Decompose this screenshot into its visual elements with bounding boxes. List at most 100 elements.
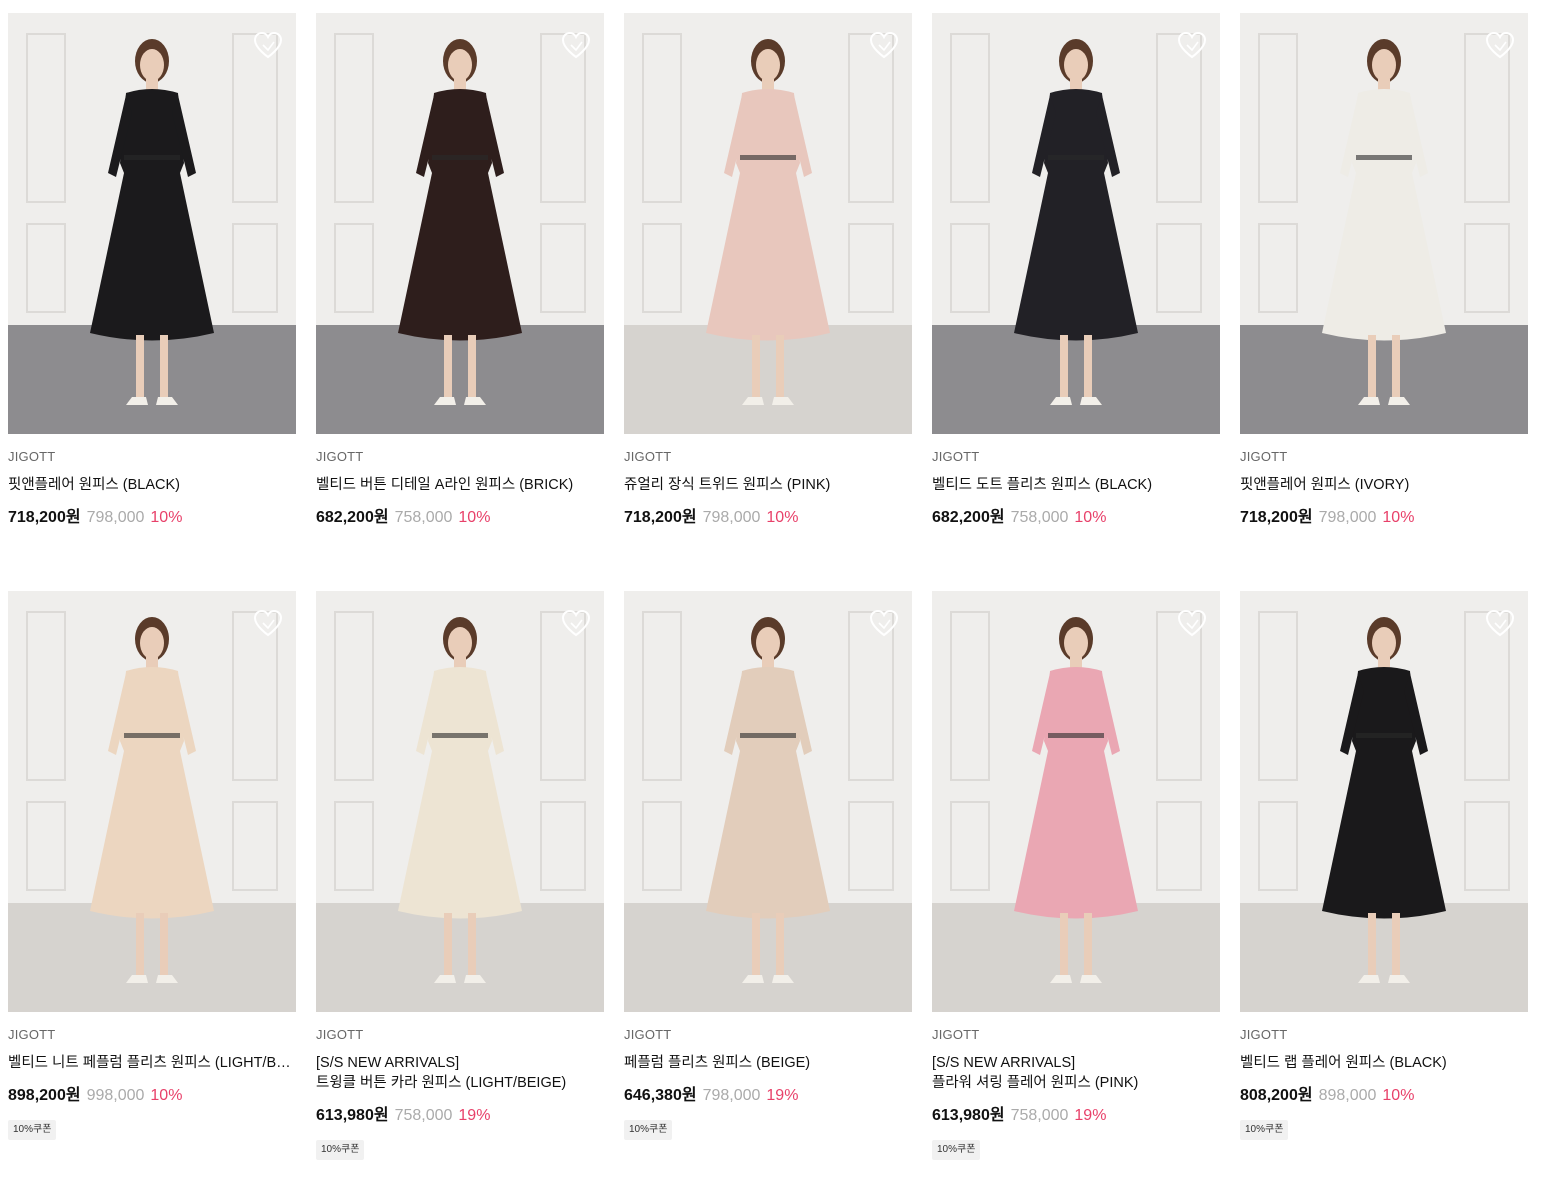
product-name[interactable]: 쥬얼리 장식 트위드 원피스 (PINK) (624, 475, 912, 495)
product-brand: JIGOTT (8, 449, 56, 464)
model-figure (706, 39, 830, 405)
product-image[interactable] (932, 591, 1220, 1012)
product-name-line: 쥬얼리 장식 트위드 원피스 (PINK) (624, 477, 831, 493)
product-card[interactable]: JIGOTT 벨티드 버튼 디테일 A라인 원피스 (BRICK) 682,20… (316, 13, 604, 591)
product-image[interactable] (316, 591, 604, 1012)
product-card[interactable]: JIGOTT [S/S NEW ARRIVALS] 트윙클 버튼 카라 원피스 … (316, 591, 604, 1169)
price-row: 613,980원 758,000 19% (932, 1106, 1220, 1126)
product-brand: JIGOTT (624, 449, 672, 464)
product-image[interactable] (624, 591, 912, 1012)
wishlist-heart-icon[interactable] (869, 31, 899, 59)
sale-price: 718,200원 (1240, 509, 1313, 526)
price-row: 718,200원 798,000 10% (624, 508, 912, 528)
discount-rate: 10% (150, 1087, 183, 1104)
product-brand: JIGOTT (8, 1027, 56, 1042)
product-card[interactable]: JIGOTT 쥬얼리 장식 트위드 원피스 (PINK) 718,200원 798… (624, 13, 912, 591)
wishlist-heart-icon[interactable] (253, 31, 283, 59)
sale-price: 613,980원 (932, 1107, 1005, 1124)
price-row: 646,380원 798,000 19% (624, 1086, 912, 1106)
product-image[interactable] (1240, 13, 1528, 434)
model-figure (90, 39, 214, 405)
product-brand: JIGOTT (932, 1027, 980, 1042)
product-image[interactable] (8, 591, 296, 1012)
wishlist-heart-icon[interactable] (561, 609, 591, 637)
product-name[interactable]: 벨티드 도트 플리츠 원피스 (BLACK) (932, 475, 1220, 495)
discount-rate: 10% (150, 509, 183, 526)
product-name[interactable]: 벨티드 니트 페플럼 플리츠 원피스 (LIGHT/BEIGE) (8, 1053, 296, 1073)
original-price: 758,000 (394, 509, 453, 526)
discount-rate: 10% (1074, 509, 1107, 526)
price-row: 718,200원 798,000 10% (1240, 508, 1528, 528)
original-price: 798,000 (86, 509, 145, 526)
model-figure (1014, 39, 1138, 405)
product-card[interactable]: JIGOTT 벨티드 도트 플리츠 원피스 (BLACK) 682,200원 75… (932, 13, 1220, 591)
coupon-badge: 10%쿠폰 (8, 1120, 57, 1140)
product-name-line: [S/S NEW ARRIVALS] (932, 1055, 1076, 1071)
product-image[interactable] (316, 13, 604, 434)
product-image[interactable] (8, 13, 296, 434)
product-image[interactable] (624, 13, 912, 434)
product-name[interactable]: 벨티드 랩 플레어 원피스 (BLACK) (1240, 1053, 1528, 1073)
product-name-line: 벨티드 니트 페플럼 플리츠 원피스 (LIGHT/BEIGE) (8, 1055, 296, 1071)
product-card[interactable]: JIGOTT 벨티드 랩 플레어 원피스 (BLACK) 808,200원 898… (1240, 591, 1528, 1169)
price-row: 898,200원 998,000 10% (8, 1086, 296, 1106)
original-price: 898,000 (1318, 1087, 1377, 1104)
original-price: 758,000 (1010, 1107, 1069, 1124)
discount-rate: 19% (1074, 1107, 1107, 1124)
product-name[interactable]: 핏앤플레어 원피스 (BLACK) (8, 475, 296, 495)
wishlist-heart-icon[interactable] (561, 31, 591, 59)
wishlist-heart-icon[interactable] (1177, 31, 1207, 59)
original-price: 758,000 (1010, 509, 1069, 526)
product-name[interactable]: [S/S NEW ARRIVALS] 트윙클 버튼 카라 원피스 (LIGHT/… (316, 1053, 604, 1093)
original-price: 798,000 (702, 509, 761, 526)
sale-price: 682,200원 (316, 509, 389, 526)
wishlist-heart-icon[interactable] (1177, 609, 1207, 637)
product-name[interactable]: 페플럼 플리츠 원피스 (BEIGE) (624, 1053, 912, 1073)
product-name[interactable]: 벨티드 버튼 디테일 A라인 원피스 (BRICK) (316, 475, 604, 495)
product-card[interactable]: JIGOTT [S/S NEW ARRIVALS] 플라워 셔링 플레어 원피스… (932, 591, 1220, 1169)
coupon-badge: 10%쿠폰 (316, 1140, 365, 1160)
wishlist-heart-icon[interactable] (1485, 31, 1515, 59)
discount-rate: 19% (458, 1107, 491, 1124)
product-card[interactable]: JIGOTT 핏앤플레어 원피스 (BLACK) 718,200원 798,000… (8, 13, 296, 591)
product-card[interactable]: JIGOTT 벨티드 니트 페플럼 플리츠 원피스 (LIGHT/BEIGE) … (8, 591, 296, 1169)
wishlist-heart-icon[interactable] (253, 609, 283, 637)
product-name-line: 벨티드 버튼 디테일 A라인 원피스 (BRICK) (316, 477, 574, 493)
coupon-badge: 10%쿠폰 (624, 1120, 673, 1140)
discount-rate: 10% (766, 509, 799, 526)
product-brand: JIGOTT (624, 1027, 672, 1042)
price-row: 718,200원 798,000 10% (8, 508, 296, 528)
original-price: 998,000 (86, 1087, 145, 1104)
price-row: 682,200원 758,000 10% (932, 508, 1220, 528)
discount-rate: 10% (1382, 509, 1415, 526)
original-price: 798,000 (1318, 509, 1377, 526)
model-figure (90, 617, 214, 983)
original-price: 798,000 (702, 1087, 761, 1104)
product-name-line: [S/S NEW ARRIVALS] (316, 1055, 460, 1071)
model-figure (1322, 617, 1446, 983)
price-row: 613,980원 758,000 19% (316, 1106, 604, 1126)
product-name[interactable]: 핏앤플레어 원피스 (IVORY) (1240, 475, 1528, 495)
discount-rate: 19% (766, 1087, 799, 1104)
product-card[interactable]: JIGOTT 핏앤플레어 원피스 (IVORY) 718,200원 798,000… (1240, 13, 1528, 591)
product-name-line: 페플럼 플리츠 원피스 (BEIGE) (624, 1055, 811, 1071)
wishlist-heart-icon[interactable] (869, 609, 899, 637)
product-name-line: 벨티드 도트 플리츠 원피스 (BLACK) (932, 477, 1153, 493)
model-figure (1322, 39, 1446, 405)
product-image[interactable] (932, 13, 1220, 434)
product-name-line2: 트윙클 버튼 카라 원피스 (LIGHT/BEIGE) (316, 1075, 567, 1091)
product-name-line2: 플라워 셔링 플레어 원피스 (PINK) (932, 1075, 1139, 1091)
sale-price: 718,200원 (624, 509, 697, 526)
sale-price: 718,200원 (8, 509, 81, 526)
coupon-badge: 10%쿠폰 (1240, 1120, 1289, 1140)
product-name-line: 핏앤플레어 원피스 (IVORY) (1240, 477, 1410, 493)
price-row: 682,200원 758,000 10% (316, 508, 604, 528)
product-name-line: 핏앤플레어 원피스 (BLACK) (8, 477, 180, 493)
wishlist-heart-icon[interactable] (1485, 609, 1515, 637)
product-name[interactable]: [S/S NEW ARRIVALS] 플라워 셔링 플레어 원피스 (PINK) (932, 1053, 1220, 1093)
discount-rate: 10% (458, 509, 491, 526)
sale-price: 808,200원 (1240, 1087, 1313, 1104)
product-image[interactable] (1240, 591, 1528, 1012)
sale-price: 898,200원 (8, 1087, 81, 1104)
product-card[interactable]: JIGOTT 페플럼 플리츠 원피스 (BEIGE) 646,380원 798,0… (624, 591, 912, 1169)
